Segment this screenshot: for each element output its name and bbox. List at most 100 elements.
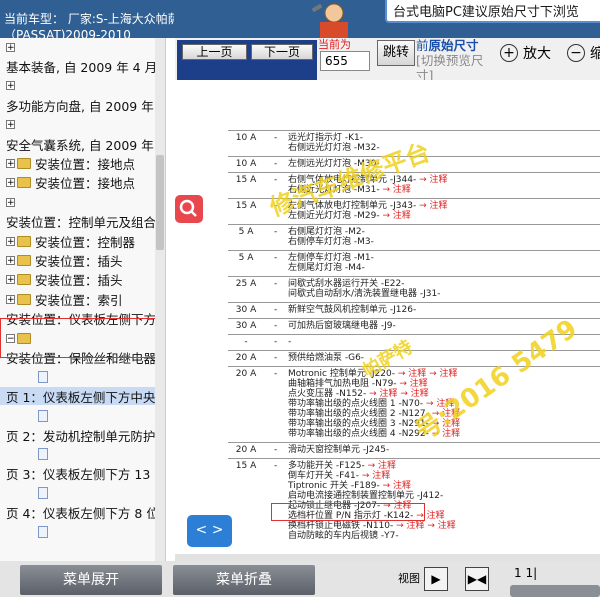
tree-item[interactable]: + [0, 77, 17, 95]
tree-item-label: 页 2：发动机控制单元防护 [6, 428, 155, 444]
expand-toggle-icon[interactable]: + [6, 158, 15, 168]
tree-list[interactable]: + 基本装备, 自 2009 年 4 月 + 多功能方向盘, 自 2009 年 + 安全气… [0, 38, 155, 561]
zoom-out-button[interactable]: − 缩 [567, 42, 600, 64]
page-icon [38, 448, 48, 461]
expand-toggle-icon[interactable]: + [6, 81, 15, 91]
fuse-rating: 10 A [235, 159, 257, 169]
page-number-input[interactable] [320, 51, 370, 71]
fuse-component: 左侧尾灯灯泡 -M4- [288, 263, 365, 273]
tree-item[interactable]: + 安装位置：插头 [0, 251, 123, 269]
tree-item[interactable]: + 安装位置：插头 [0, 271, 123, 289]
tree-item[interactable]: + 安装位置：接地点 [0, 174, 135, 192]
expand-toggle-icon[interactable]: + [6, 197, 15, 207]
current-vehicle-year: （PASSAT)2009-2010 [4, 29, 131, 38]
arrow-right-icon: ▶ [431, 572, 441, 586]
expand-toggle-icon[interactable]: + [6, 178, 15, 188]
tree-item-label: 安装位置：控制器 [35, 234, 136, 250]
arrows-inward-icon: ▶◀ [467, 572, 487, 586]
fuse-component: 左侧停车灯灯泡 -M1- [288, 253, 374, 263]
tree-item[interactable]: + 安装位置：索引 [0, 290, 123, 308]
tree-scrollbar-thumb[interactable] [156, 155, 164, 250]
fuse-rating: 30 A [235, 305, 257, 315]
tree-item[interactable]: 安全气囊系统, 自 2009 年 [0, 135, 154, 153]
tree-item-label: 安全气囊系统, 自 2009 年 [6, 137, 154, 153]
zoom-out-label: 缩 [590, 46, 600, 62]
fuse-row: 5 A - 左侧停车灯灯泡 -M1- 左侧尾灯灯泡 -M4- [228, 250, 600, 277]
fuse-component: 间歇式自动刮水/清洗装置继电器 -J31- [288, 289, 441, 299]
next-page-button[interactable]: 下一页 [251, 44, 313, 60]
tree-item[interactable]: 多功能方向盘, 自 2009 年 [0, 96, 154, 114]
fuse-dash: - [274, 369, 278, 379]
page-counter: 1 1| [514, 566, 538, 580]
expand-toggle-icon[interactable]: + [6, 255, 15, 265]
fuse-rating: 10 A [235, 133, 257, 143]
view-double-button[interactable]: ▶◀ [465, 567, 489, 591]
tree-item[interactable]: + 安装位置：接地点 [0, 154, 135, 172]
fuse-component[interactable]: 倒车灯开关 -F41- → 注释 [288, 471, 390, 481]
tree-item-label: 安装位置：接地点 [35, 176, 136, 192]
tree-item[interactable]: 页 3：仪表板左侧下方 13 [0, 465, 150, 483]
tree-item[interactable]: 页 1：仪表板左侧下方中央 [0, 387, 155, 406]
tree-item[interactable]: + [0, 38, 17, 56]
tree-item[interactable] [0, 407, 52, 425]
tree-scrollbar[interactable] [155, 38, 165, 561]
fuse-dash: - [274, 159, 278, 169]
original-size-toggle[interactable]: 前原始尺寸 [切换预览尺寸] [416, 38, 492, 83]
switch-preview-size[interactable]: [切换预览尺寸] [416, 53, 492, 83]
fuse-component[interactable]: 曲轴箱排气加热电阻 -N79- → 注释 [288, 379, 428, 389]
zoom-in-icon: + [500, 44, 518, 62]
tree-item[interactable] [0, 368, 52, 386]
folder-icon [17, 235, 31, 247]
fuse-component[interactable]: 左侧近光灯灯泡 -M29- → 注释 [288, 211, 411, 221]
jump-button[interactable]: 跳转 [377, 40, 415, 66]
current-page-label: 当前为 [318, 38, 351, 51]
expand-toggle-icon[interactable]: + [6, 275, 15, 285]
folder-icon [17, 293, 31, 305]
zoom-in-label: 放大 [523, 46, 551, 62]
fuse-row: 15 A - 多功能开关 -F125- → 注释 倒车灯开关 -F41- → 注释 Ti… [228, 458, 600, 545]
fuse-component[interactable]: 换档杆锁止电磁铁 -N110- → 注释 → 注释 [288, 521, 456, 531]
search-button[interactable] [175, 195, 203, 223]
tree-item[interactable] [0, 484, 52, 502]
tree-item[interactable]: 基本装备, 自 2009 年 4 月 [0, 57, 155, 75]
fuse-row: 25 A - 间歇式刮水器运行开关 -E22- 间歇式自动刮水/清洗装置继电器 -J3… [228, 276, 600, 303]
document-highlight-annotation [271, 503, 425, 521]
fuse-component[interactable]: Tiptronic 开关 -F189- → 注释 [288, 481, 411, 491]
tree-item[interactable]: 页 4：仪表板左侧下方 8 位 [0, 504, 155, 522]
tree-item[interactable]: 页 2：发动机控制单元防护 [0, 426, 155, 444]
browse-tip: 台式电脑PC建议原始尺寸下浏览 [385, 0, 600, 23]
tree-item-label: 多功能方向盘, 自 2009 年 [6, 98, 154, 114]
expand-toggle-icon[interactable]: + [6, 294, 15, 304]
code-toggle-button[interactable]: < > [187, 515, 232, 547]
partial-button[interactable] [510, 585, 600, 597]
fuse-component: 可加热后窗玻璃继电器 -J9- [288, 321, 396, 331]
expand-toggle-icon[interactable]: + [6, 236, 15, 246]
zoom-in-button[interactable]: + 放大 [500, 42, 551, 64]
fuse-component: 自动防眩的车内后视镜 -Y7- [288, 531, 399, 541]
tree-item-label: 安装位置：插头 [35, 253, 123, 269]
menu-expand-button[interactable]: 菜单展开 [20, 565, 162, 595]
prev-page-button[interactable]: 上一页 [182, 44, 247, 60]
expand-toggle-icon[interactable]: + [6, 120, 15, 130]
fuse-rating: 20 A [235, 445, 257, 455]
fuse-component[interactable]: 点火变压器 -N152- → 注释 → 注释 [288, 389, 429, 399]
fuse-rating: 5 A [238, 253, 254, 263]
tree-item-label: 页 1：仪表板左侧下方中央 [6, 389, 155, 405]
fuse-component[interactable]: 多功能开关 -F125- → 注释 [288, 461, 396, 471]
fuse-dash: - [274, 305, 278, 315]
fuse-dash: - [274, 253, 278, 263]
size-prefix: 前 [416, 38, 429, 53]
expand-toggle-icon[interactable]: + [6, 42, 15, 52]
tree-item[interactable]: + [0, 193, 17, 211]
tree-item[interactable]: + 安装位置：控制器 [0, 232, 135, 250]
tree-item[interactable]: 安装位置：控制单元及组合 [0, 213, 155, 231]
fuse-row: 5 A - 右侧尾灯灯泡 -M2- 右侧停车灯灯泡 -M3- [228, 224, 600, 251]
tree-item[interactable]: + [0, 116, 17, 134]
document-hscrollbar[interactable] [175, 554, 600, 561]
tree-item[interactable] [0, 445, 52, 463]
fuse-rating: 15 A [235, 201, 257, 211]
menu-collapse-button[interactable]: 菜单折叠 [173, 565, 315, 595]
view-single-button[interactable]: ▶ [424, 567, 448, 591]
tree-item[interactable] [0, 523, 52, 541]
fuse-component: 右侧停车灯灯泡 -M3- [288, 237, 374, 247]
